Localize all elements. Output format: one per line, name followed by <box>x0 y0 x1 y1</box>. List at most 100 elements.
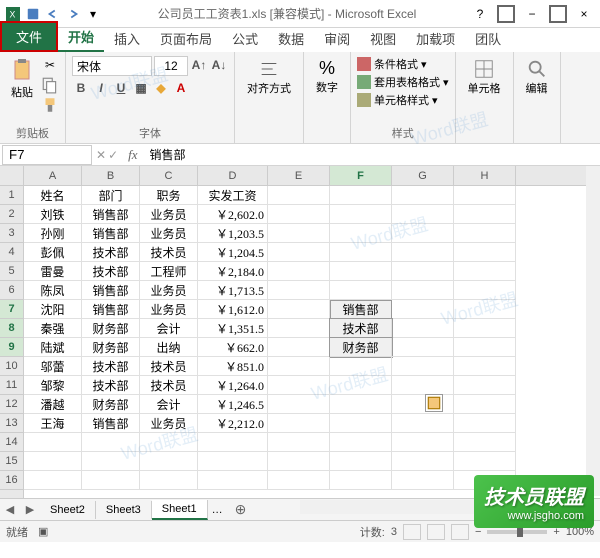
row-header[interactable]: 5 <box>0 262 23 281</box>
cell[interactable] <box>140 471 198 490</box>
cell[interactable] <box>392 395 454 414</box>
cell[interactable]: ￥2,602.0 <box>198 205 268 224</box>
cell[interactable] <box>392 319 454 338</box>
cell[interactable]: 技术员 <box>140 243 198 262</box>
col-header[interactable]: E <box>268 166 330 185</box>
cell[interactable] <box>392 433 454 452</box>
tab-data[interactable]: 数据 <box>268 25 314 52</box>
cell[interactable] <box>330 471 392 490</box>
underline-button[interactable]: U <box>112 79 130 97</box>
tab-addins[interactable]: 加载项 <box>406 25 465 52</box>
row-header[interactable]: 3 <box>0 224 23 243</box>
row-header[interactable]: 7 <box>0 300 23 319</box>
add-sheet-button[interactable]: ⊕ <box>227 501 255 518</box>
maximize-icon[interactable] <box>546 4 570 24</box>
cell[interactable] <box>454 224 516 243</box>
row-header[interactable]: 1 <box>0 186 23 205</box>
decrease-font-icon[interactable]: A↓ <box>210 56 228 74</box>
table-format-button[interactable]: 套用表格格式 ▾ <box>357 74 449 90</box>
row-header[interactable]: 11 <box>0 376 23 395</box>
cell[interactable]: 部门 <box>82 186 140 205</box>
cell[interactable] <box>454 452 516 471</box>
col-header[interactable]: D <box>198 166 268 185</box>
cell[interactable]: 工程师 <box>140 262 198 281</box>
cell[interactable]: ￥1,713.5 <box>198 281 268 300</box>
cell[interactable] <box>24 433 82 452</box>
cell[interactable] <box>268 414 330 433</box>
zoom-slider[interactable] <box>487 530 547 534</box>
cell[interactable]: ￥1,351.5 <box>198 319 268 338</box>
sheet-nav-prev-icon[interactable]: ◀ <box>0 500 20 520</box>
accept-formula-icon[interactable]: ✓ <box>108 148 118 162</box>
col-header[interactable]: G <box>392 166 454 185</box>
cell[interactable]: 业务员 <box>140 300 198 319</box>
cell[interactable]: 会计 <box>140 319 198 338</box>
cell[interactable] <box>392 338 454 357</box>
cell[interactable] <box>454 281 516 300</box>
normal-view-icon[interactable] <box>403 524 421 540</box>
cell[interactable]: 销售部 <box>82 281 140 300</box>
italic-button[interactable]: I <box>92 79 110 97</box>
cell[interactable] <box>330 281 392 300</box>
cell[interactable] <box>392 186 454 205</box>
col-header[interactable]: B <box>82 166 140 185</box>
row-header[interactable]: 2 <box>0 205 23 224</box>
cell[interactable]: 彭佩 <box>24 243 82 262</box>
cell[interactable] <box>82 471 140 490</box>
cell[interactable] <box>392 281 454 300</box>
border-icon[interactable]: ▦ <box>132 79 150 97</box>
row-header[interactable]: 4 <box>0 243 23 262</box>
cell[interactable] <box>392 224 454 243</box>
cell[interactable]: 技术部 <box>82 262 140 281</box>
format-painter-icon[interactable] <box>41 96 59 114</box>
fx-icon[interactable]: fx <box>122 147 143 163</box>
page-break-view-icon[interactable] <box>451 524 469 540</box>
col-header[interactable]: F <box>330 166 392 185</box>
cell[interactable] <box>392 243 454 262</box>
row-header[interactable]: 8 <box>0 319 23 338</box>
name-box[interactable] <box>2 145 92 165</box>
cell[interactable] <box>392 414 454 433</box>
row-header[interactable]: 12 <box>0 395 23 414</box>
cell[interactable] <box>392 452 454 471</box>
conditional-format-button[interactable]: 条件格式 ▾ <box>357 56 449 72</box>
cell[interactable]: 雷曼 <box>24 262 82 281</box>
cell[interactable] <box>198 471 268 490</box>
cell[interactable] <box>24 452 82 471</box>
cell[interactable] <box>454 205 516 224</box>
cell[interactable] <box>392 357 454 376</box>
cell[interactable]: 技术部 <box>330 319 392 338</box>
cell[interactable] <box>140 433 198 452</box>
cell[interactable]: ￥1,204.5 <box>198 243 268 262</box>
cell[interactable]: 技术部 <box>82 243 140 262</box>
font-name-input[interactable] <box>72 56 152 76</box>
cell[interactable] <box>268 300 330 319</box>
cell[interactable] <box>268 262 330 281</box>
cell[interactable]: 技术员 <box>140 357 198 376</box>
cell[interactable] <box>330 205 392 224</box>
fill-color-icon[interactable]: ◆ <box>152 79 170 97</box>
cell[interactable] <box>454 186 516 205</box>
row-header[interactable]: 13 <box>0 414 23 433</box>
cell[interactable] <box>454 395 516 414</box>
cell[interactable]: 技术部 <box>82 357 140 376</box>
col-header[interactable]: C <box>140 166 198 185</box>
cell[interactable]: ￥662.0 <box>198 338 268 357</box>
increase-font-icon[interactable]: A↑ <box>190 56 208 74</box>
cell[interactable] <box>330 433 392 452</box>
cell[interactable]: 业务员 <box>140 205 198 224</box>
undo-icon[interactable] <box>44 5 62 23</box>
cell[interactable] <box>392 205 454 224</box>
sheet-nav-next-icon[interactable]: ▶ <box>20 500 40 520</box>
cell[interactable] <box>268 281 330 300</box>
cut-icon[interactable]: ✂ <box>41 56 59 74</box>
row-header[interactable]: 14 <box>0 433 23 452</box>
qat-dropdown-icon[interactable]: ▾ <box>84 5 102 23</box>
cell-styles-button[interactable]: 单元格样式 ▾ <box>357 92 449 108</box>
cell[interactable] <box>454 414 516 433</box>
copy-icon[interactable] <box>41 76 59 94</box>
cell[interactable] <box>330 357 392 376</box>
cell[interactable] <box>330 224 392 243</box>
cell[interactable] <box>330 376 392 395</box>
cell[interactable]: ￥2,184.0 <box>198 262 268 281</box>
